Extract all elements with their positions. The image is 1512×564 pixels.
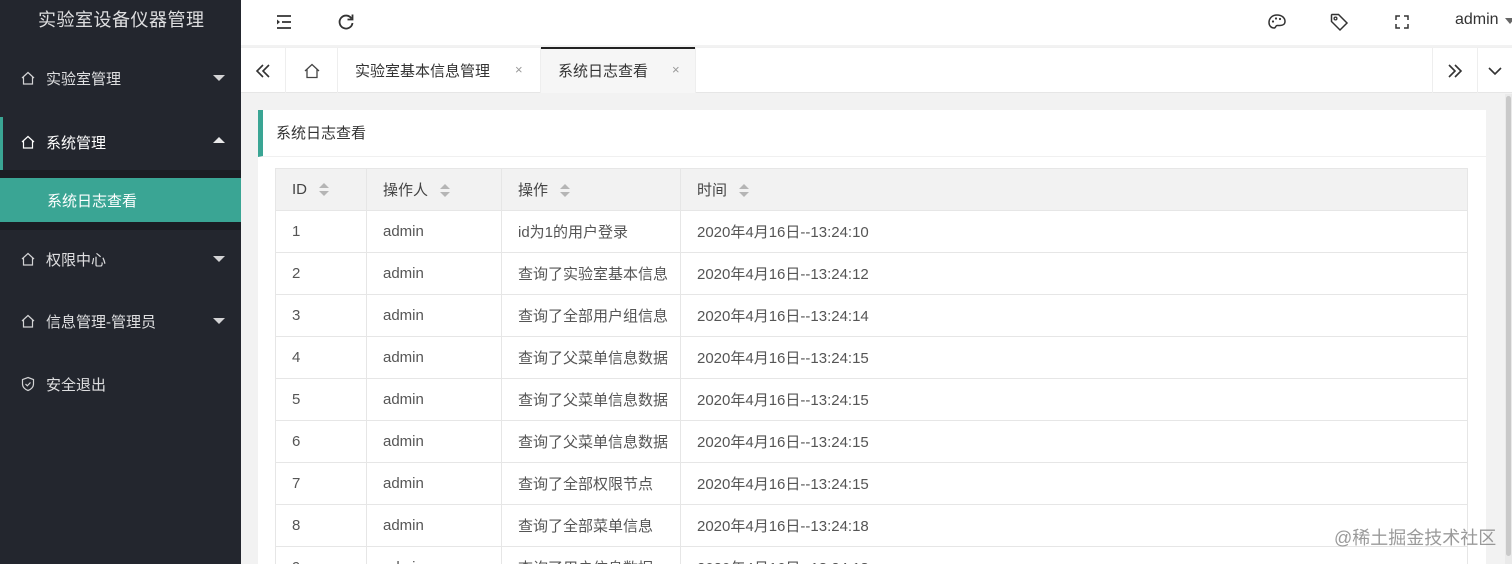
table-header-row: ID 操作人 操作 时间 bbox=[275, 168, 1468, 211]
cell-operator: admin bbox=[366, 378, 502, 421]
cell-operation: 查询了父菜单信息数据 bbox=[501, 336, 681, 379]
cell-id: 6 bbox=[275, 420, 367, 463]
watermark: @稀土掘金技术社区 bbox=[1334, 528, 1497, 548]
sidebar-item-permission-center[interactable]: 权限中心 bbox=[0, 229, 241, 289]
column-header-operator[interactable]: 操作人 bbox=[366, 168, 502, 211]
sidebar-item-label: 权限中心 bbox=[46, 251, 107, 269]
table-row[interactable]: 9admin查询了用户信息数据2020年4月16日--13:24:18 bbox=[275, 546, 1468, 564]
caret-down-icon[interactable] bbox=[1505, 18, 1512, 24]
cell-operation: 查询了用户信息数据 bbox=[501, 546, 681, 564]
sidebar-item-label: 安全退出 bbox=[46, 376, 107, 394]
table-row[interactable]: 4 admin 查询了父菜单信息数据 2020年4月16日--13:24:15 bbox=[275, 336, 1468, 379]
cell-operator: admin bbox=[366, 294, 502, 337]
column-header-operation[interactable]: 操作 bbox=[501, 168, 681, 211]
palette-icon[interactable] bbox=[1265, 10, 1289, 34]
tab-label: 系统日志查看 bbox=[558, 63, 649, 80]
cell-operator: admin bbox=[366, 336, 502, 379]
cell-operation: 查询了父菜单信息数据 bbox=[501, 420, 681, 463]
cell-operation: 查询了父菜单信息数据 bbox=[501, 378, 681, 421]
cell-time: 2020年4月16日--13:24:12 bbox=[680, 252, 1468, 295]
tabs-scroll-left-icon[interactable] bbox=[241, 48, 286, 93]
cell-operator: admin bbox=[366, 546, 502, 564]
cell-time: 2020年4月16日--13:24:10 bbox=[680, 210, 1468, 253]
tab-system-log[interactable]: 系统日志查看 × bbox=[541, 47, 696, 93]
menu-fold-icon[interactable] bbox=[272, 10, 296, 34]
cell-id: 3 bbox=[275, 294, 367, 337]
sidebar-item-label: 信息管理-管理员 bbox=[46, 313, 156, 331]
cell-operation: 查询了实验室基本信息 bbox=[501, 252, 681, 295]
top-header: admin bbox=[241, 0, 1512, 45]
sort-icon[interactable] bbox=[440, 184, 451, 198]
sidebar-subitem-system-log[interactable]: 系统日志查看 bbox=[0, 178, 241, 222]
user-menu[interactable]: admin bbox=[1455, 11, 1499, 29]
home-icon bbox=[18, 249, 38, 269]
table-row[interactable]: 5 admin 查询了父菜单信息数据 2020年4月16日--13:24:15 bbox=[275, 378, 1468, 421]
tabs-scroll-right-icon[interactable] bbox=[1432, 48, 1477, 93]
tag-icon[interactable] bbox=[1327, 10, 1351, 34]
chevron-up-icon bbox=[213, 137, 225, 143]
cell-operator: admin bbox=[366, 420, 502, 463]
close-icon[interactable]: × bbox=[672, 62, 680, 77]
cell-operator: admin bbox=[366, 210, 502, 253]
panel-title: 系统日志查看 bbox=[258, 110, 1486, 157]
home-tab-icon[interactable] bbox=[286, 48, 338, 93]
tabs-menu-chevron-down-icon[interactable] bbox=[1477, 48, 1512, 93]
sidebar-item-logout[interactable]: 安全退出 bbox=[0, 354, 241, 414]
cell-operation: id为1的用户登录 bbox=[501, 210, 681, 253]
home-icon bbox=[18, 68, 38, 88]
sidebar-item-label: 实验室管理 bbox=[46, 70, 122, 88]
table-row[interactable]: 2 admin 查询了实验室基本信息 2020年4月16日--13:24:12 bbox=[275, 252, 1468, 295]
cell-id: 4 bbox=[275, 336, 367, 379]
sidebar-item-lab-management[interactable]: 实验室管理 bbox=[0, 48, 241, 108]
table-row[interactable]: 6 admin 查询了父菜单信息数据 2020年4月16日--13:24:15 bbox=[275, 420, 1468, 463]
cell-id: 2 bbox=[275, 252, 367, 295]
cell-id: 1 bbox=[275, 210, 367, 253]
sort-icon[interactable] bbox=[739, 184, 750, 198]
app-title: 实验室设备仪器管理 bbox=[38, 10, 205, 30]
tab-bar: 实验室基本信息管理 × 系统日志查看 × bbox=[241, 47, 1512, 93]
sidebar: 实验室设备仪器管理 实验室管理 系统管理 系统日志查看 权限中心 信息管理-管理… bbox=[0, 0, 241, 564]
cell-time: 2020年4月16日--13:24:15 bbox=[680, 378, 1468, 421]
table-row[interactable]: 1 admin id为1的用户登录 2020年4月16日--13:24:10 bbox=[275, 210, 1468, 253]
close-icon[interactable]: × bbox=[515, 62, 523, 77]
vertical-scrollbar[interactable] bbox=[1505, 94, 1512, 564]
cell-time: 2020年4月16日--13:24:15 bbox=[680, 462, 1468, 505]
sort-icon[interactable] bbox=[319, 183, 329, 197]
cell-operation: 查询了全部用户组信息 bbox=[501, 294, 681, 337]
tab-label: 实验室基本信息管理 bbox=[355, 63, 491, 80]
cell-time: 2020年4月16日--13:24:14 bbox=[680, 294, 1468, 337]
chevron-down-icon bbox=[213, 318, 225, 324]
fullscreen-icon[interactable] bbox=[1390, 10, 1414, 34]
table-row[interactable]: 7 admin 查询了全部权限节点 2020年4月16日--13:24:15 bbox=[275, 462, 1468, 505]
cell-operator: admin bbox=[366, 462, 502, 505]
sort-icon[interactable] bbox=[560, 184, 571, 198]
chevron-down-icon bbox=[213, 256, 225, 262]
home-icon bbox=[18, 311, 38, 331]
cell-operation: 查询了全部菜单信息 bbox=[501, 504, 681, 547]
cell-id: 9 bbox=[275, 546, 367, 564]
sidebar-item-label: 系统管理 bbox=[46, 134, 107, 152]
refresh-icon[interactable] bbox=[334, 10, 358, 34]
column-header-id[interactable]: ID bbox=[275, 168, 367, 211]
cell-time: 2020年4月16日--13:24:15 bbox=[680, 336, 1468, 379]
table-row[interactable]: 3 admin 查询了全部用户组信息 2020年4月16日--13:24:14 bbox=[275, 294, 1468, 337]
sidebar-item-info-admin[interactable]: 信息管理-管理员 bbox=[0, 291, 241, 351]
scrollbar-thumb[interactable] bbox=[1506, 96, 1511, 556]
log-table: ID 操作人 操作 时间 1 admin id为1的用户登录 2020年4月16日--… bbox=[275, 168, 1468, 564]
cell-operator: admin bbox=[366, 252, 502, 295]
cell-id: 8 bbox=[275, 504, 367, 547]
cell-operator: admin bbox=[366, 504, 502, 547]
table-row[interactable]: 8 admin 查询了全部菜单信息 2020年4月16日--13:24:18 bbox=[275, 504, 1468, 547]
cell-time: 2020年4月16日--13:24:15 bbox=[680, 420, 1468, 463]
cell-id: 5 bbox=[275, 378, 367, 421]
sidebar-item-system-management[interactable]: 系统管理 bbox=[0, 112, 241, 172]
cell-operation: 查询了全部权限节点 bbox=[501, 462, 681, 505]
home-icon bbox=[18, 132, 38, 152]
shield-icon bbox=[18, 374, 38, 394]
tab-lab-basic-info[interactable]: 实验室基本信息管理 × bbox=[338, 48, 541, 93]
column-header-time[interactable]: 时间 bbox=[680, 168, 1468, 211]
cell-id: 7 bbox=[275, 462, 367, 505]
chevron-down-icon bbox=[213, 75, 225, 81]
